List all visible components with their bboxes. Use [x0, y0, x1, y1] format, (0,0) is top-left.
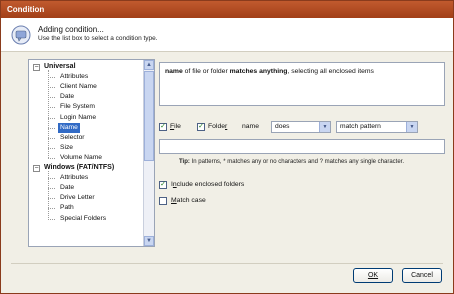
tree-item[interactable]: Size [60, 143, 73, 153]
tree-list: − Universal Attributes Client Name Date File … [29, 60, 145, 246]
desc-subject[interactable]: name [165, 68, 183, 75]
scroll-up-icon[interactable]: ▲ [144, 60, 154, 70]
tree-item[interactable]: Special Folders [60, 214, 106, 224]
tree-connector [48, 87, 55, 89]
operator-select[interactable]: does ▼ [271, 121, 331, 133]
tree-connector [48, 107, 55, 109]
cancel-button[interactable]: Cancel [402, 268, 442, 283]
tree-connector [48, 117, 55, 119]
tree-item[interactable]: Date [60, 183, 74, 193]
desc-match[interactable]: matches anything [230, 68, 288, 75]
cancel-label: Cancel [411, 272, 433, 279]
match-case-checkbox[interactable] [159, 197, 167, 205]
tree-connector [48, 97, 55, 99]
tree-item[interactable]: Name [58, 122, 80, 133]
tree-connector [48, 147, 55, 149]
tree-connector [48, 208, 55, 210]
file-checkbox[interactable]: ✓ [159, 123, 167, 131]
tree-item[interactable]: Date [60, 92, 74, 102]
tree-connector [48, 77, 55, 79]
tree-item[interactable]: Drive Letter [60, 193, 95, 203]
tip-text: Tip: In patterns, * matches any or no ch… [179, 159, 404, 165]
header-subtitle: Use the list box to select a condition t… [38, 35, 158, 42]
name-label: name [242, 123, 260, 130]
operator-value: does [275, 123, 290, 130]
match-case-label: Match case [171, 197, 206, 204]
ok-button[interactable]: OK [353, 268, 393, 283]
tree-item[interactable]: Attributes [60, 72, 88, 82]
tree-connector [48, 171, 49, 219]
scroll-down-icon[interactable]: ▼ [144, 236, 154, 246]
condition-type-tree[interactable]: − Universal Attributes Client Name Date File … [28, 59, 155, 247]
pattern-input[interactable] [159, 139, 445, 154]
tip-label: Tip: [179, 159, 190, 165]
tree-scrollbar[interactable]: ▲ ▼ [143, 60, 154, 246]
tree-expander-icon[interactable]: − [33, 164, 40, 172]
tree-item[interactable]: Selector [60, 133, 85, 143]
tip-body: In patterns, * matches any or no charact… [189, 159, 405, 165]
tree-item[interactable]: Attributes [60, 173, 88, 183]
match-select[interactable]: match pattern ▼ [336, 121, 418, 133]
tree-item[interactable]: File System [60, 102, 95, 112]
include-folders-checkbox[interactable]: ✓ [159, 181, 167, 189]
tree-connector [48, 188, 55, 190]
ok-label: OK [367, 272, 379, 279]
dialog-header: Adding condition... Use the list box to … [1, 18, 453, 52]
tree-connector [48, 137, 55, 139]
tree-item[interactable]: Client Name [60, 82, 97, 92]
header-title: Adding condition... [38, 25, 104, 34]
tree-connector [48, 218, 55, 220]
condition-icon [11, 25, 31, 45]
tree-connector [48, 127, 55, 129]
desc-rest: , selecting all enclosed items [287, 68, 374, 75]
folder-label: Folder [208, 123, 228, 130]
footer-divider [11, 263, 443, 264]
desc-text: of file or folder [182, 68, 230, 75]
tree-item[interactable]: Volume Name [60, 153, 102, 163]
tree-item[interactable]: Path [60, 203, 74, 213]
folder-checkbox[interactable]: ✓ [197, 123, 205, 131]
filter-row: ✓ File ✓ Folder name does ▼ match patter… [159, 121, 449, 135]
tree-group[interactable]: Windows (FAT/NTFS) [44, 163, 114, 173]
file-label: File [170, 123, 181, 130]
chevron-down-icon[interactable]: ▼ [319, 122, 330, 132]
tree-connector [48, 178, 55, 180]
condition-description: name of file or folder matches anything,… [159, 62, 445, 106]
window-title: Condition [7, 5, 45, 14]
tree-connector [48, 157, 55, 159]
include-folders-label: Include enclosed folders [171, 181, 245, 188]
match-value: match pattern [340, 123, 381, 130]
tree-expander-icon[interactable]: − [33, 63, 40, 71]
chevron-down-icon[interactable]: ▼ [406, 122, 417, 132]
tree-connector [48, 70, 49, 158]
condition-dialog: Condition Adding condition... Use the li… [0, 0, 454, 294]
tree-connector [48, 198, 55, 200]
title-bar[interactable]: Condition [1, 1, 453, 18]
scroll-thumb[interactable] [144, 71, 154, 161]
tree-item[interactable]: Login Name [60, 113, 96, 123]
